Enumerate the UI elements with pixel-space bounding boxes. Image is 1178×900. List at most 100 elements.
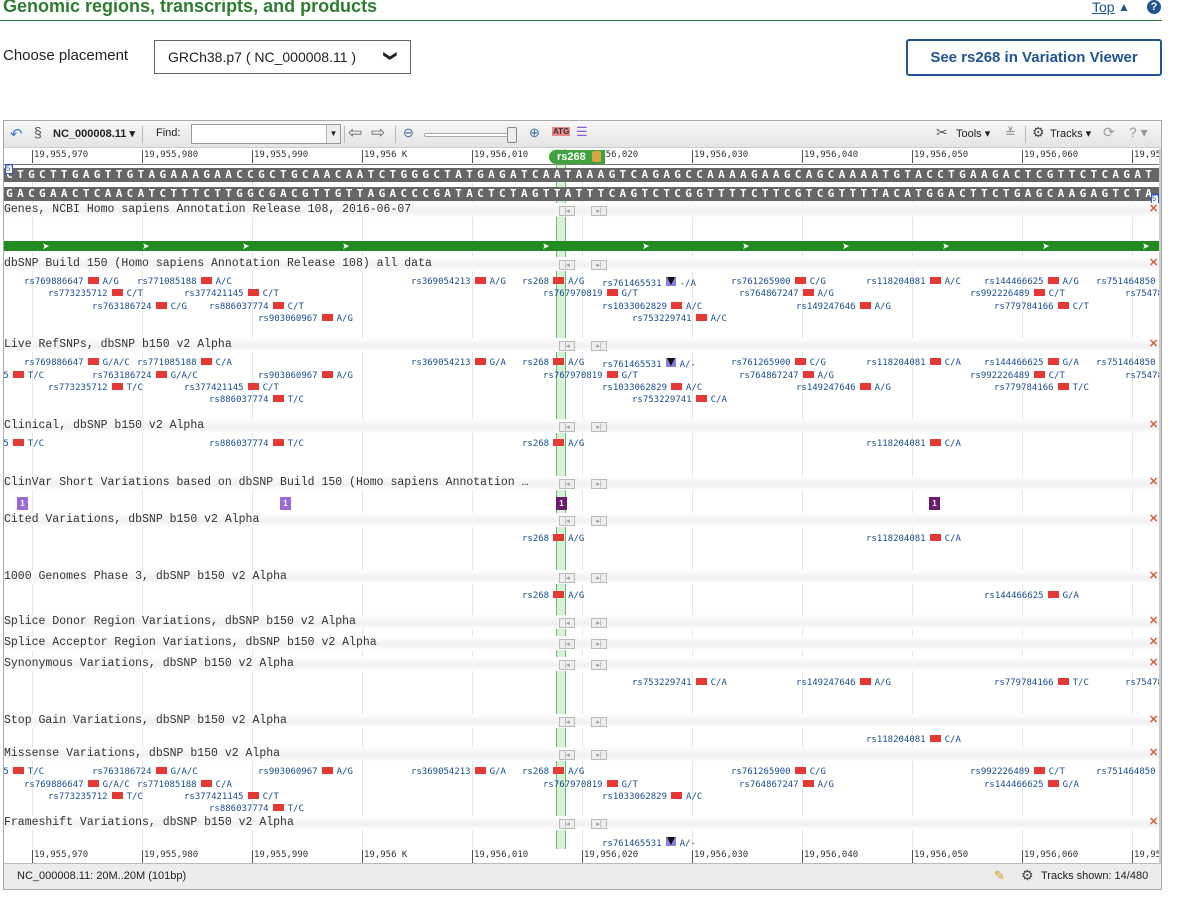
snp-feature[interactable]: '5 T/C [4,371,44,381]
snp-id[interactable]: rs764867247 [739,289,799,299]
snp-feature[interactable]: rs1033062829 A/C [602,302,702,312]
snp-id[interactable]: rs767970819 [543,289,603,299]
snp-feature[interactable]: rs767970819 G/T [543,780,638,790]
tracks-gear-icon[interactable]: ⚙ [1032,124,1045,141]
close-track-icon[interactable]: ✕ [1149,656,1158,669]
snp-id[interactable]: rs377421145 [184,383,244,393]
snp-feature[interactable]: rs144466625 G/A [984,591,1079,601]
snp-id[interactable]: rs118204081 [866,534,926,544]
gene-feature-bar[interactable] [4,241,1161,251]
snp-feature[interactable]: rs886037774 T/C [209,804,304,814]
prev-feature-button[interactable]: |◂ [559,819,575,829]
variation-viewer-button[interactable]: See rs268 in Variation Viewer [906,39,1162,76]
snp-feature[interactable]: rs764867247 A/G [739,780,834,790]
snp-id[interactable]: rs268 [522,277,549,287]
next-feature-button[interactable]: ▸| [591,479,607,489]
snp-feature[interactable]: rs773235712 T/C [48,792,143,802]
snp-feature[interactable]: rs144466625 G/A [984,358,1079,368]
snp-feature[interactable]: rs144466625 G/A [984,780,1079,790]
snp-id[interactable]: rs992226489 [970,767,1030,777]
snp-id[interactable]: rs767970819 [543,780,603,790]
snp-id[interactable]: rs773235712 [48,289,108,299]
snp-feature[interactable]: rs753229741 C/A [632,678,727,688]
close-track-icon[interactable]: ✕ [1149,815,1158,828]
snp-id[interactable]: rs886037774 [209,395,269,405]
placement-select[interactable]: GRCh38.p7 ( NC_000008.11 ) ❯ [154,40,411,74]
next-feature-button[interactable]: ▸| [591,516,607,526]
sequence-id-menu[interactable]: NC_000008.11 ▾ [53,127,135,140]
snp-feature[interactable]: rs377421145 C/T [184,792,279,802]
close-track-icon[interactable]: ✕ [1149,202,1158,215]
snp-feature[interactable]: rs753229741 A/C [632,314,727,324]
snp-feature[interactable]: rs903060967 A/G [258,767,353,777]
snp-id[interactable]: rs144466625 [984,277,1044,287]
prev-feature-button[interactable]: |◂ [559,206,575,216]
snp-feature[interactable]: rs992226489 C/T [970,289,1065,299]
snp-id[interactable]: rs761265900 [731,767,791,777]
snp-feature[interactable]: rs779784166 T/C [994,678,1089,688]
tools-menu[interactable]: Tools ▾ [956,127,990,140]
top-link[interactable]: Top [1092,0,1115,15]
snp-feature[interactable]: rs767970819 G/T [543,371,638,381]
snp-feature[interactable]: rs268 A/G [522,277,584,287]
close-track-icon[interactable]: ✕ [1149,614,1158,627]
help-menu-icon[interactable]: ? ▾ [1129,124,1148,141]
snp-feature[interactable]: rs118204081 A/C [866,277,961,287]
rs268-marker[interactable]: rs268 [549,150,605,164]
snp-feature[interactable]: rs763186724 G/A/C [92,371,198,381]
next-feature-button[interactable]: ▸| [591,618,607,628]
track-config-icon[interactable]: ☰ [576,124,588,140]
snp-id[interactable]: rs753229741 [632,678,692,688]
next-feature-button[interactable]: ▸| [591,260,607,270]
snp-id[interactable]: rs753229741 [632,395,692,405]
snp-id[interactable]: rs771085188 [137,358,197,368]
snp-feature[interactable]: rs773235712 T/C [48,383,143,393]
clinvar-count-badge[interactable]: 1 [556,497,567,510]
snp-feature[interactable]: rs268 A/G [522,534,584,544]
close-track-icon[interactable]: ✕ [1149,475,1158,488]
snp-id[interactable]: rs769886647 [24,780,84,790]
snp-id[interactable]: rs118204081 [866,735,926,745]
prev-feature-button[interactable]: |◂ [559,717,575,727]
snp-feature[interactable]: rs1033062829 A/C [602,383,702,393]
snp-id[interactable]: rs75478 [1125,289,1161,299]
help-icon[interactable]: ? [1147,0,1161,14]
find-input[interactable]: ▼ [191,124,341,144]
tracks-shown-count[interactable]: Tracks shown: 14/480 [1041,870,1148,882]
tracks-shown-gear-icon[interactable]: ⚙ [1021,867,1034,884]
snp-feature[interactable]: rs761465531 -/A [602,277,696,289]
clinvar-count-badge[interactable]: 1 [929,497,940,510]
zoom-slider-thumb[interactable] [507,127,517,143]
snp-feature[interactable]: rs369054213 G/A [411,767,506,777]
snp-feature[interactable]: rs377421145 C/T [184,289,279,299]
snp-feature[interactable]: rs149247646 A/G [796,302,891,312]
snp-feature[interactable]: rs769886647 G/A/C [24,358,130,368]
edit-pencil-icon[interactable]: ✎ [994,868,1005,884]
snp-feature[interactable]: rs118204081 C/A [866,735,961,745]
snp-id[interactable]: rs149247646 [796,302,856,312]
snp-id[interactable]: rs769886647 [24,358,84,368]
snp-feature[interactable]: rs779784166 C/T [994,302,1089,312]
snp-id[interactable]: rs763186724 [92,767,152,777]
snp-id[interactable]: rs886037774 [209,302,269,312]
snp-id[interactable]: rs779784166 [994,383,1054,393]
snp-id[interactable]: rs767970819 [543,371,603,381]
next-feature-button[interactable]: ▸| [591,819,607,829]
close-track-icon[interactable]: ✕ [1149,337,1158,350]
snp-feature[interactable]: rs903060967 A/G [258,314,353,324]
prev-feature-button[interactable]: |◂ [559,516,575,526]
snp-feature[interactable]: '5 T/C [4,439,44,449]
snp-feature[interactable]: rs1033062829 A/C [602,792,702,802]
next-feature-button[interactable]: ▸| [591,206,607,216]
snp-feature[interactable]: rs149247646 A/G [796,678,891,688]
snp-id[interactable]: rs773235712 [48,383,108,393]
snp-feature[interactable]: '5 T/C [4,767,44,777]
snp-feature[interactable]: rs144466625 A/G [984,277,1079,287]
snp-id[interactable]: rs75478 [1125,678,1161,688]
snp-feature[interactable]: rs763186724 G/A/C [92,767,198,777]
zoom-out-icon[interactable]: ⊖ [403,125,414,141]
prev-feature-button[interactable]: |◂ [559,639,575,649]
snp-id[interactable]: rs268 [522,591,549,601]
close-track-icon[interactable]: ✕ [1149,418,1158,431]
snp-id[interactable]: rs753229741 [632,314,692,324]
